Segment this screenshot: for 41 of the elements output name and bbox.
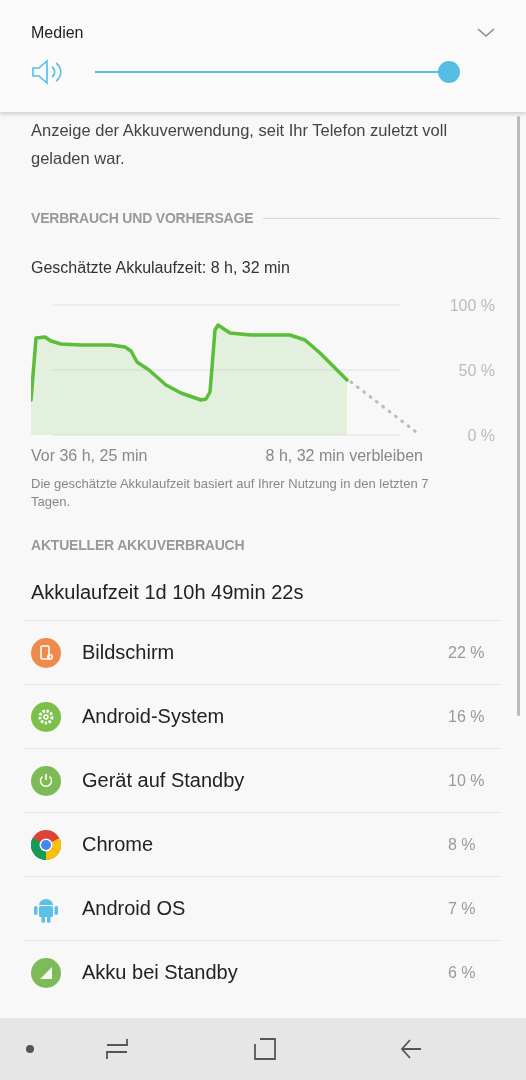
- estimate-text: Geschätzte Akkulaufzeit: 8 h, 32 min: [31, 259, 291, 277]
- usage-percent: 22 %: [448, 643, 486, 662]
- axis-label: 50 %: [458, 362, 495, 379]
- axis-label: 100 %: [449, 297, 495, 314]
- section-header: AKTUELLER AKKUVERBRAUCH: [31, 537, 245, 553]
- usage-percent: 6 %: [448, 963, 477, 982]
- usage-percent: 10 %: [448, 771, 486, 790]
- dot-icon[interactable]: [26, 1045, 34, 1053]
- screen-settings-icon: [31, 637, 61, 668]
- chart-note: Die geschätzte Akkulaufzeit basiert auf Ihrer Nutzung in den letzten 7 Tagen.: [31, 475, 430, 511]
- app-row[interactable]: Akku bei Standby 6 %: [23, 940, 500, 1004]
- app-row[interactable]: Chrome 8 %: [23, 812, 500, 876]
- app-name: Android-System: [82, 705, 226, 728]
- app-row[interactable]: Android OS 7 %: [23, 876, 500, 940]
- chevron-down-icon[interactable]: [477, 28, 495, 38]
- axis-tick-label: 8 h, 32 min verbleiben: [265, 447, 423, 464]
- power-icon: [31, 765, 61, 796]
- slider-thumb[interactable]: [438, 61, 460, 83]
- panel-title: Medien: [31, 24, 84, 42]
- app-name: Android OS: [82, 897, 187, 920]
- recent-apps-icon[interactable]: [106, 1038, 128, 1060]
- usage-percent: 7 %: [448, 899, 477, 918]
- app-name: Akku bei Standby: [82, 961, 239, 984]
- section-header: VERBRAUCH UND VORHERSAGE: [31, 210, 254, 226]
- axis-tick-label: Vor 36 h, 25 min: [31, 447, 148, 464]
- signal-icon: [31, 957, 61, 988]
- browser-logo-icon: [31, 829, 61, 860]
- app-row[interactable]: Android-System 16 %: [23, 684, 500, 748]
- back-icon[interactable]: [400, 1038, 422, 1060]
- app-name: Bildschirm: [82, 641, 176, 664]
- description-text: Anzeige der Akkuverwendung, seit Ihr Telefon zuletzt voll geladen war.: [31, 120, 449, 169]
- usage-percent: 16 %: [448, 707, 486, 726]
- app-row[interactable]: Gerät auf Standby 10 %: [23, 748, 500, 812]
- axis-label: 0 %: [467, 427, 495, 444]
- usage-percent: 8 %: [448, 835, 477, 854]
- battery-time-text: Akkulaufzeit 1d 10h 49min 22s: [31, 581, 305, 605]
- app-name: Chrome: [82, 833, 155, 856]
- home-icon[interactable]: [254, 1038, 276, 1060]
- app-name: Gerät auf Standby: [82, 769, 246, 792]
- gear-icon: [31, 701, 61, 732]
- app-row[interactable]: Bildschirm 22 %: [23, 620, 500, 684]
